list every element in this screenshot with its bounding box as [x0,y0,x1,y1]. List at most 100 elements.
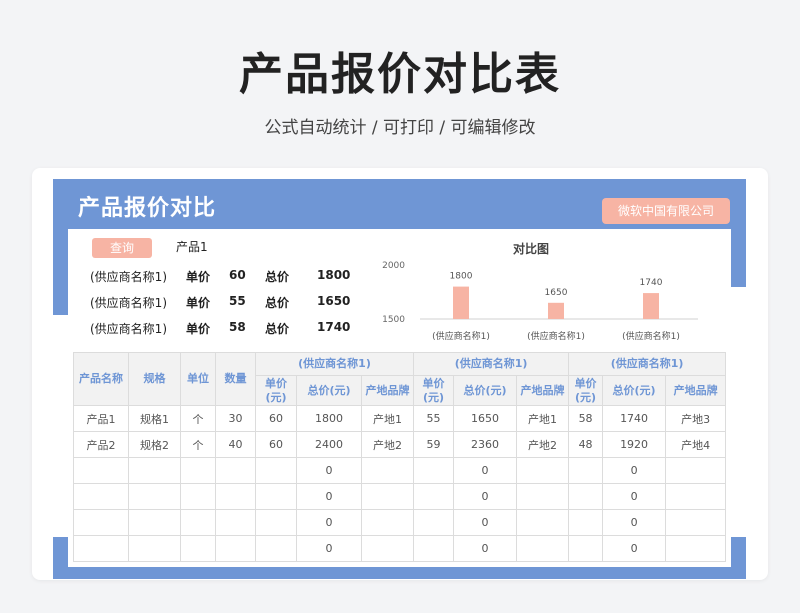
table-cell[interactable]: 0 [296,483,362,510]
table-cell[interactable]: 0 [296,535,362,562]
table-cell[interactable]: 0 [602,535,667,562]
table-cell[interactable] [215,483,256,510]
sub-header: 单价(元) [413,375,455,406]
comparison-chart: 2000 1500 1800 (供应商名称1) 1650 (供应商名称1) 1740 (供应商… [382,261,698,342]
table-cell[interactable] [360,509,415,536]
table-cell[interactable]: 48 [568,431,604,458]
company-badge: 微软中国有限公司 [602,198,730,224]
y-tick-label: 2000 [382,261,405,271]
table-cell[interactable]: 规格1 [128,405,181,432]
table-cell[interactable] [215,509,256,536]
table-cell[interactable]: 规格2 [128,431,181,458]
table-cell[interactable] [255,483,297,510]
table-cell[interactable]: 个 [180,431,216,458]
table-cell[interactable]: 55 [413,405,455,432]
table-cell[interactable] [516,483,570,510]
table-cell[interactable]: 60 [255,431,297,458]
table-cell[interactable]: 1740 [602,405,667,432]
table-cell[interactable]: 2360 [453,431,518,458]
x-tick-label: (供应商名称1) [622,330,680,342]
summary-total: 1650 [317,294,351,308]
table-cell[interactable] [180,483,216,510]
table-row: 产品2 规格2 个 40 60 2400 产地2 59 2360 产地2 48 1920 产地4 [73,431,727,458]
table-cell[interactable] [516,509,570,536]
table-cell[interactable] [568,457,604,484]
table-cell[interactable]: 个 [180,405,216,432]
table-cell[interactable] [568,509,604,536]
table-cell[interactable] [73,535,129,562]
table-cell[interactable] [568,535,604,562]
table-cell[interactable]: 0 [453,535,518,562]
table-cell[interactable]: 0 [602,509,667,536]
table-cell[interactable]: 产地1 [516,405,570,432]
table-cell[interactable]: 0 [453,483,518,510]
table-cell[interactable]: 1650 [453,405,518,432]
table-cell[interactable] [360,483,415,510]
table-cell[interactable] [73,457,129,484]
table-cell[interactable]: 1800 [296,405,362,432]
table-cell[interactable]: 0 [602,483,667,510]
table-cell[interactable] [180,535,216,562]
table-cell[interactable] [128,483,181,510]
table-cell[interactable] [360,457,415,484]
table-cell[interactable] [413,535,455,562]
product-selector[interactable]: 产品1 [176,238,208,255]
table-cell[interactable]: 2400 [296,431,362,458]
table-cell[interactable]: 0 [453,457,518,484]
table-cell[interactable] [665,457,727,484]
table-cell[interactable] [413,509,455,536]
table-cell[interactable]: 30 [215,405,256,432]
column-header: 规格 [128,352,181,406]
column-header: 产品名称 [73,352,129,406]
table-cell[interactable]: 产地4 [665,431,727,458]
table-cell[interactable] [665,483,727,510]
table-cell[interactable]: 0 [453,509,518,536]
table-cell[interactable] [665,535,727,562]
table-cell[interactable] [128,535,181,562]
table-cell[interactable] [516,535,570,562]
table-cell[interactable] [665,509,727,536]
table-cell[interactable]: 0 [296,457,362,484]
table-cell[interactable] [215,457,256,484]
table-cell[interactable]: 60 [255,405,297,432]
supplier-group-header: (供应商名称1) [568,352,727,376]
sub-header: 单价(元) [255,375,297,406]
table-cell[interactable] [255,509,297,536]
table-cell[interactable] [568,483,604,510]
table-cell[interactable]: 59 [413,431,455,458]
table-cell[interactable] [73,483,129,510]
table-cell[interactable] [255,535,297,562]
table-cell[interactable] [360,535,415,562]
table-cell[interactable] [128,509,181,536]
frame-bottom [53,567,746,579]
table-cell[interactable] [255,457,297,484]
query-button[interactable]: 查询 [92,238,152,258]
summary-total: 1740 [317,320,351,334]
table-cell[interactable]: 产地2 [360,431,415,458]
table-cell[interactable] [180,509,216,536]
table-row: 0 0 0 [73,509,727,536]
table-cell[interactable] [128,457,181,484]
supplier-group-header: (供应商名称1) [254,352,415,376]
table-cell[interactable]: 40 [215,431,256,458]
table-cell[interactable]: 产地3 [665,405,727,432]
table-cell[interactable] [215,535,256,562]
table-row: 0 0 0 [73,457,727,484]
table-cell[interactable] [516,457,570,484]
table-cell[interactable] [180,457,216,484]
table-cell[interactable]: 产地1 [360,405,415,432]
table-cell[interactable]: 产品1 [73,405,129,432]
table-cell[interactable]: 产品2 [73,431,129,458]
table-cell[interactable] [413,457,455,484]
summary-price-label: 单价 [186,322,211,336]
table-cell[interactable]: 0 [602,457,667,484]
table-cell[interactable]: 产地2 [516,431,570,458]
summary-price-label: 单价 [186,296,211,310]
summary-supplier: (供应商名称1) [90,296,167,310]
table-cell[interactable]: 58 [568,405,604,432]
chart-bar [453,286,469,319]
table-cell[interactable] [413,483,455,510]
table-cell[interactable] [73,509,129,536]
table-cell[interactable]: 0 [296,509,362,536]
table-cell[interactable]: 1920 [602,431,667,458]
